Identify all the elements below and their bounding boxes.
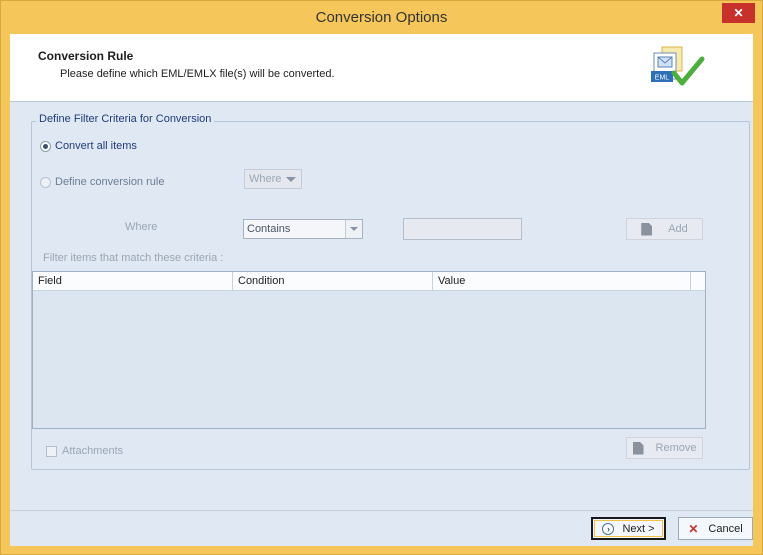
- document-icon: [641, 222, 653, 236]
- add-button[interactable]: Add: [626, 218, 703, 240]
- next-button-label: Next >: [622, 522, 655, 535]
- value-input[interactable]: [403, 218, 522, 240]
- footer-divider: [10, 510, 753, 511]
- add-button-label: Add: [668, 223, 688, 235]
- cancel-button[interactable]: ✕ Cancel: [678, 517, 753, 540]
- filter-items-label: Filter items that match these criteria :: [43, 252, 224, 264]
- chevron-down-icon: [286, 177, 296, 182]
- convert-all-label: Convert all items: [55, 140, 137, 152]
- convert-all-option[interactable]: Convert all items: [40, 140, 137, 152]
- where-dropdown-value: Where: [249, 173, 282, 185]
- criteria-table[interactable]: Field Condition Value: [32, 271, 706, 429]
- define-rule-option[interactable]: Define conversion rule: [40, 176, 164, 188]
- header-subtitle: Please define which EML/EMLX file(s) wil…: [60, 68, 335, 80]
- attachments-label: Attachments: [62, 445, 124, 457]
- cancel-button-label: Cancel: [708, 522, 743, 535]
- attachments-option[interactable]: Attachments: [46, 445, 123, 457]
- next-button[interactable]: › Next >: [591, 517, 666, 540]
- header-title: Conversion Rule: [38, 49, 134, 63]
- column-field[interactable]: Field: [33, 272, 233, 290]
- title-bar[interactable]: Conversion Options ✕: [1, 1, 762, 34]
- where-label: Where: [125, 221, 158, 233]
- dialog-client: Conversion Rule Please define which EML/…: [10, 34, 753, 546]
- eml-icon-text: EML: [655, 75, 670, 82]
- eml-check-icon: EML: [644, 45, 714, 95]
- convert-all-radio[interactable]: [40, 140, 51, 152]
- remove-button[interactable]: Remove: [626, 437, 703, 459]
- define-rule-radio[interactable]: [40, 176, 51, 188]
- column-condition[interactable]: Condition: [233, 272, 433, 290]
- conversion-options-window: Conversion Options ✕ Conversion Rule Ple…: [0, 0, 763, 555]
- dialog-body: Define Filter Criteria for Conversion Co…: [10, 102, 753, 546]
- table-header: Field Condition Value: [33, 272, 705, 291]
- define-rule-label: Define conversion rule: [55, 176, 165, 188]
- dropdown-arrow-icon[interactable]: [345, 220, 362, 238]
- condition-value: Contains: [247, 223, 291, 235]
- attachments-checkbox[interactable]: [46, 445, 57, 457]
- condition-dropdown[interactable]: Contains: [243, 219, 363, 239]
- arrow-right-icon: ›: [602, 522, 615, 535]
- dialog-header: Conversion Rule Please define which EML/…: [10, 34, 753, 102]
- where-dropdown[interactable]: Where: [244, 169, 302, 189]
- window-title: Conversion Options: [315, 9, 448, 26]
- close-button[interactable]: ✕: [722, 3, 755, 23]
- filter-criteria-group-label: Define Filter Criteria for Conversion: [36, 113, 215, 125]
- column-spacer: [691, 272, 705, 290]
- document-icon: [632, 441, 644, 455]
- column-value[interactable]: Value: [433, 272, 691, 290]
- remove-button-label: Remove: [655, 442, 697, 454]
- close-icon: ✕: [688, 521, 699, 536]
